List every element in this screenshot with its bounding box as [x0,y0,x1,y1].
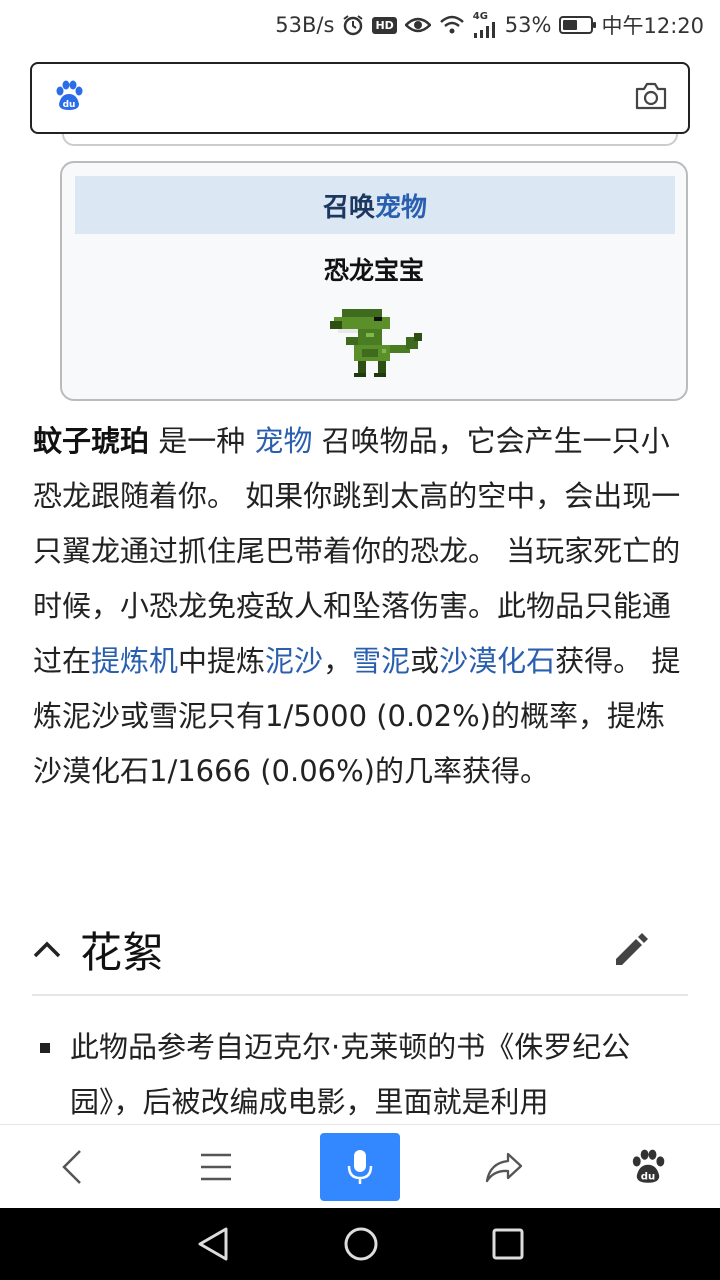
menu-icon [201,1153,231,1180]
baidu-paw-icon[interactable]: du [52,80,84,116]
nav-back-icon[interactable] [196,1226,230,1262]
battery-icon [559,16,597,34]
eye-icon [404,16,431,34]
baidu-home-button[interactable]: du [608,1133,688,1201]
link-slush[interactable]: 雪泥 [352,644,410,678]
trivia-list: 此物品参考自迈克尔·克莱顿的书《侏罗纪公园》，后被改编成电影，里面就是利用 [36,1020,676,1124]
android-navigation-bar [0,1208,720,1280]
svg-text:du: du [641,1171,655,1182]
infobox-header-link[interactable]: 宠物 [375,187,427,224]
section-title: 花絮 [80,927,165,977]
article-text: 召唤物品，它会产生一只小恐龙跟随着你。 如果你跳到太高的空中，会出现一只翼龙通过… [33,424,681,678]
link-silt[interactable]: 泥沙 [265,644,323,678]
list-item: 此物品参考自迈克尔·克莱顿的书《侏罗纪公园》，后被改编成电影，里面就是利用 [36,1020,676,1124]
share-button[interactable] [464,1133,544,1201]
clock: 中午12:20 [601,14,704,38]
article-text: 或 [410,644,440,678]
link-desert-fossil[interactable]: 沙漠化石 [439,644,555,678]
chevron-up-icon[interactable] [32,939,62,959]
status-bar: 53B/s HD 4G 53% 中午12:20 [0,0,720,50]
alarm-icon [342,14,364,36]
article-paragraph: 蚊子琥珀 是一种 宠物 召唤物品，它会产生一只小恐龙跟随着你。 如果你跳到太高的… [33,414,693,799]
link-pet[interactable]: 宠物 [254,424,312,458]
svg-text:du: du [63,100,76,110]
infobox: 召唤 宠物 恐龙宝宝 [60,161,688,401]
item-term: 蚊子琥珀 [33,424,150,458]
nav-recents-icon[interactable] [492,1228,524,1260]
baidu-paw-icon: du [632,1149,665,1183]
network-type-label: 4G [472,11,488,22]
menu-button[interactable] [176,1133,256,1201]
nav-home-icon[interactable] [343,1226,379,1262]
battery-percent: 53% [504,13,552,37]
network-speed: 53B/s [275,13,335,37]
article-content: 召唤 宠物 恐龙宝宝 蚊子琥珀 是一种 宠物 召唤物品，它会产生一只小恐龙跟随着你… [0,134,720,1124]
edit-pencil-icon[interactable] [610,927,654,971]
article-text: ， [323,644,353,678]
microphone-icon [347,1149,373,1184]
voice-search-button[interactable] [320,1132,400,1201]
bullet [40,1043,50,1053]
back-button[interactable] [32,1133,112,1201]
wifi-icon [439,15,465,35]
link-extractinator[interactable]: 提炼机 [91,644,178,678]
infobox-header-text: 召唤 [322,192,375,223]
trivia-text: 此物品参考自迈克尔·克莱顿的书《侏罗纪公园》，后被改编成电影，里面就是利用 [70,1030,631,1119]
cellular-signal-icon: 4G [473,12,497,38]
hd-badge: HD [372,16,397,34]
section-header-trivia[interactable]: 花絮 [32,904,688,996]
pet-name: 恐龙宝宝 [323,256,424,285]
back-arrow-icon [62,1149,81,1184]
share-icon [485,1152,523,1182]
infobox-header: 召唤 宠物 [75,176,675,234]
camera-icon[interactable] [634,81,668,115]
article-text: 中提炼 [178,644,266,678]
search-bar[interactable]: du [30,62,690,134]
dinosaur-sprite-icon [330,309,422,377]
article-text: 是一种 [149,424,255,458]
browser-toolbar: du [0,1124,720,1208]
previous-card-edge [62,134,678,146]
